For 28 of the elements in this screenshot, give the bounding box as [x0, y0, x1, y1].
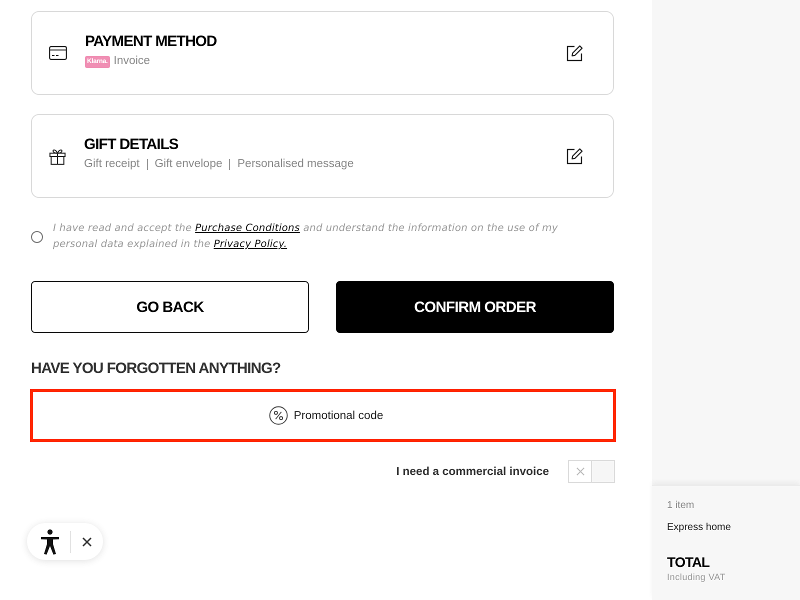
- gift-option: Gift receipt: [84, 157, 140, 172]
- invoice-toggle[interactable]: [568, 460, 615, 483]
- back-button[interactable]: GO BACK: [31, 281, 309, 333]
- confirm-button[interactable]: CONFIRM ORDER: [336, 281, 614, 333]
- terms-text: I have read and accept the Purchase Conditions and understand the information on the use of my personal data explained in the Privacy Policy.: [53, 222, 559, 252]
- vat-note: Including VAT: [667, 572, 726, 582]
- gift-icon: [49, 148, 66, 164]
- edit-icon[interactable]: [566, 44, 583, 62]
- payment-detail: Invoice: [114, 54, 150, 69]
- credit-card-icon: [49, 46, 67, 60]
- item-count: 1 item: [667, 499, 694, 513]
- section-heading: HAVE YOU FORGOTTEN ANYTHING?: [31, 360, 282, 378]
- text-link[interactable]: Purchase Conditions: [195, 223, 300, 234]
- edit-icon[interactable]: [566, 148, 583, 164]
- accessibility-icon[interactable]: [40, 528, 60, 554]
- gift-option: Personalised message: [229, 159, 354, 170]
- cross-icon: [576, 467, 584, 476]
- section-title: GIFT DETAILS: [84, 136, 180, 154]
- close-icon[interactable]: [82, 536, 92, 546]
- shipping-method: Express home: [667, 521, 731, 535]
- section-title: PAYMENT METHOD: [85, 33, 218, 51]
- percent-icon: [268, 406, 288, 425]
- total-label: TOTAL: [667, 554, 710, 570]
- invoice-label: I need a commercial invoice: [396, 466, 549, 478]
- gift-option: Gift envelope: [146, 159, 222, 170]
- terms-radio[interactable]: [31, 231, 43, 243]
- text-link[interactable]: Privacy Policy.: [214, 239, 288, 250]
- promo-code-button[interactable]: Promotional code: [30, 389, 616, 442]
